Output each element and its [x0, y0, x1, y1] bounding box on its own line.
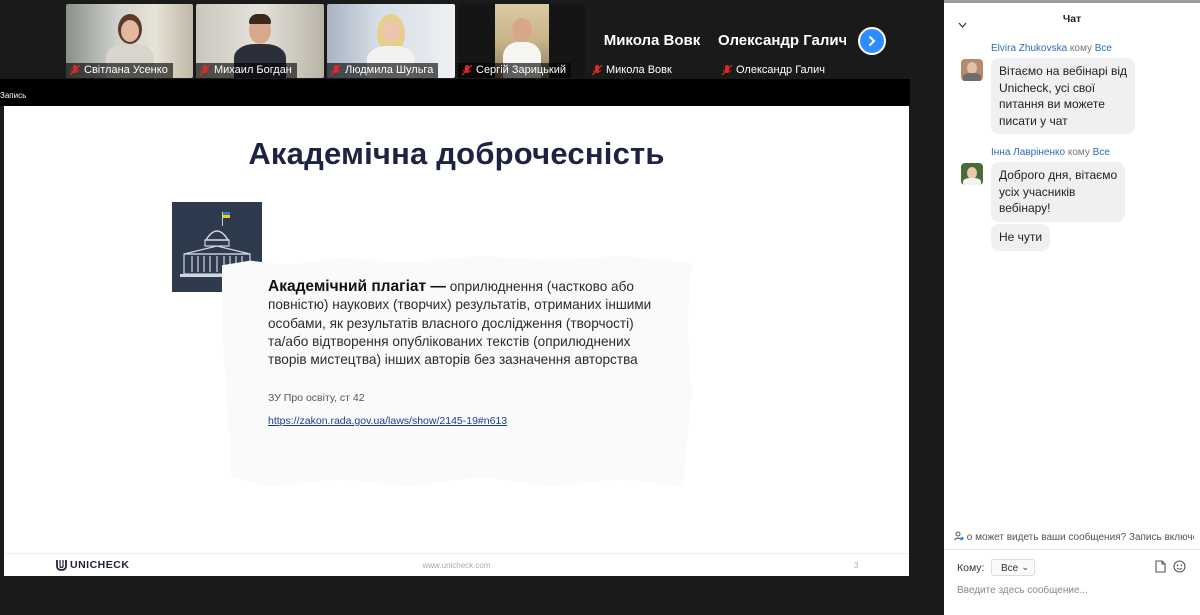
muted-mic-icon	[331, 65, 341, 76]
video-area: Світлана Усенко Михаил Богдан Людмила Шу…	[0, 0, 944, 615]
to-label: Кому:	[957, 562, 985, 574]
footer-website: www.unicheck.com	[422, 561, 491, 570]
chat-title: Чат	[1062, 13, 1082, 25]
message-line: питання ви можете	[999, 97, 1105, 111]
slide-footer: UNICHECK www.unicheck.com 3	[4, 553, 909, 577]
participant-name: Людмила Шульга	[327, 63, 439, 78]
chat-panel: Чат Elvira Zhukovska кому Все Вітаємо на…	[944, 0, 1200, 615]
message-sender[interactable]: Інна Лавріненко	[991, 147, 1065, 158]
chevron-right-icon	[869, 36, 876, 46]
message-recipient: Все	[1094, 43, 1112, 54]
chevron-down-icon: ⌄	[1021, 562, 1029, 572]
participant-tile-6[interactable]: Олександр Галич Олександр Галич	[718, 4, 846, 78]
message-line: вебінару!	[999, 201, 1051, 215]
shared-screen-slide: Академічна доброчесність Академічний пла…	[4, 106, 909, 576]
message-input[interactable]	[957, 582, 1192, 598]
law-link[interactable]: https://zakon.rada.gov.ua/laws/show/2145…	[268, 415, 507, 427]
chat-divider	[944, 549, 1200, 550]
participant-name-text: Олександр Галич	[736, 64, 825, 76]
message-header: Elvira Zhukovska кому Все	[991, 43, 1112, 54]
participant-name: Микола Вовк	[588, 63, 677, 78]
participant-display-name: Олександр Галич	[718, 32, 846, 49]
privacy-notice-text: о может видеть ваши сообщения? Запись вк…	[966, 532, 1194, 543]
next-participants-button[interactable]	[858, 27, 886, 55]
chat-top-border	[944, 0, 1200, 3]
muted-mic-icon	[592, 65, 602, 76]
message-header: Інна Лавріненко кому Все	[991, 147, 1110, 158]
people-icon	[954, 531, 964, 541]
participant-tile-1[interactable]: Світлана Усенко	[66, 4, 193, 78]
muted-mic-icon	[722, 65, 732, 76]
participant-display-name: Микола Вовк	[603, 32, 701, 49]
message-line: писати у чат	[999, 113, 1068, 128]
participant-name-text: Михаил Богдан	[214, 64, 292, 76]
muted-mic-icon	[462, 65, 472, 76]
recipient-value: Все	[1001, 563, 1019, 574]
definition-source: ЗУ Про освіту, ст 42	[268, 392, 365, 404]
participant-tile-3[interactable]: Людмила Шульга	[327, 4, 455, 78]
message-to-word: кому	[1067, 147, 1090, 158]
participant-name-text: Сергій Зарицький	[476, 64, 566, 76]
participant-tile-2[interactable]: Михаил Богдан	[196, 4, 324, 78]
emoji-icon[interactable]	[1173, 560, 1186, 576]
message-line: Не чути	[999, 230, 1043, 244]
participant-tile-4[interactable]: Сергій Зарицький	[458, 4, 585, 78]
participant-tile-5[interactable]: Микола Вовк Микола Вовк	[588, 4, 716, 78]
message-line: усіх учасників	[999, 184, 1076, 199]
message-line: Вітаємо на вебінарі від	[999, 64, 1128, 78]
participant-name-text: Микола Вовк	[606, 64, 672, 76]
recipient-row: Кому: Все ⌄	[957, 559, 1192, 579]
message-to-word: кому	[1069, 43, 1092, 54]
recording-label: Запись	[0, 91, 27, 100]
message-recipient: Все	[1092, 147, 1110, 158]
participant-name: Світлана Усенко	[66, 63, 173, 78]
muted-mic-icon	[70, 65, 80, 76]
definition-term: Академічний плагіат —	[268, 278, 446, 295]
privacy-notice[interactable]: о может видеть ваши сообщения? Запись вк…	[954, 531, 1194, 543]
muted-mic-icon	[200, 65, 210, 76]
avatar	[961, 59, 983, 81]
participant-name: Михаил Богдан	[196, 63, 297, 78]
recording-indicator: Запись	[0, 79, 910, 106]
participant-name: Олександр Галич	[718, 63, 830, 78]
slide-page-number: 3	[854, 561, 859, 570]
participant-name-text: Світлана Усенко	[84, 64, 168, 76]
definition-text: Академічний плагіат — оприлюднення (част…	[268, 278, 653, 369]
avatar	[961, 163, 983, 185]
chat-message-bubble: Не чути	[991, 224, 1051, 251]
chat-message-bubble: Вітаємо на вебінарі від Unicheck, усі св…	[991, 58, 1136, 134]
message-line: Unicheck, усі свої	[999, 80, 1096, 95]
file-icon[interactable]	[1155, 560, 1166, 576]
message-line: Доброго дня, вітаємо	[999, 168, 1118, 182]
message-sender[interactable]: Elvira Zhukovska	[991, 43, 1067, 54]
participant-name-text: Людмила Шульга	[345, 64, 434, 76]
recipient-select[interactable]: Все ⌄	[991, 559, 1035, 576]
participant-name: Сергій Зарицький	[458, 63, 571, 78]
chat-message-bubble: Доброго дня, вітаємо усіх учасників вебі…	[991, 162, 1126, 222]
slide-title: Академічна доброчесність	[248, 136, 665, 171]
